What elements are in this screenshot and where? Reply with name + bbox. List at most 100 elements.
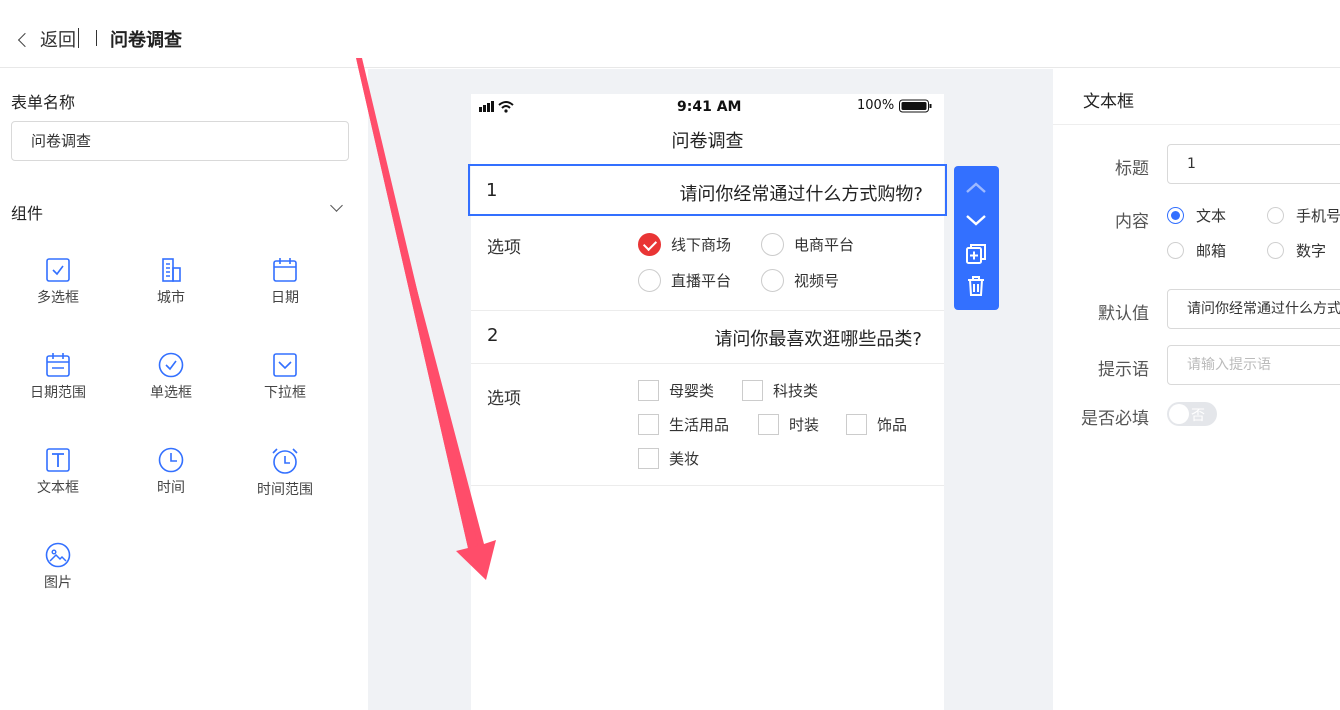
radio-option[interactable]: 电商平台 — [761, 233, 854, 256]
component-label: 图片 — [44, 575, 72, 591]
component-label: 多选框 — [37, 290, 79, 306]
chevron-left-icon — [17, 32, 33, 47]
component-time[interactable]: 时间 — [121, 447, 221, 497]
top-bar: 返回 问卷调查 — [0, 0, 1340, 68]
chevron-down-icon[interactable] — [330, 199, 343, 212]
option-label: 母婴类 — [669, 382, 715, 400]
battery-icon — [899, 99, 932, 113]
calendar-range-icon — [46, 353, 70, 377]
status-time: 9:41 AM — [677, 99, 742, 115]
option-label: 饰品 — [877, 416, 908, 434]
checkbox-option[interactable]: 生活用品 — [638, 414, 729, 435]
checkbox-option[interactable]: 美妆 — [638, 448, 699, 469]
checkbox-option[interactable]: 饰品 — [846, 414, 907, 435]
component-label: 下拉框 — [264, 385, 306, 401]
question-2-row[interactable]: 2 请问你最喜欢逛哪些品类? — [471, 325, 944, 355]
option-label: 数字 — [1296, 242, 1327, 260]
required-switch[interactable]: 否 — [1167, 402, 1217, 426]
clock-icon — [158, 447, 184, 473]
component-label: 时间 — [157, 480, 185, 496]
component-dropdown[interactable]: 下拉框 — [235, 352, 335, 402]
content-option-number[interactable]: 数字 — [1267, 240, 1326, 261]
hint-input[interactable]: 请输入提示语 — [1167, 345, 1340, 385]
left-panel: 表单名称 问卷调查 组件 多选框 城市 日期 日期范围 单选框 下拉框 文本框 … — [0, 69, 368, 710]
radio-option[interactable]: 视频号 — [761, 269, 839, 292]
text-icon — [46, 448, 70, 472]
component-label: 时间范围 — [257, 482, 313, 498]
signal-wifi-icon — [479, 101, 514, 113]
option-label: 文本 — [1196, 207, 1227, 225]
checkbox-icon — [846, 414, 867, 435]
switch-text: 否 — [1191, 408, 1205, 424]
component-label: 文本框 — [37, 480, 79, 496]
question-text: 请问你经常通过什么方式购物? — [679, 184, 923, 205]
preview-canvas: 9:41 AM 100% 问卷调查 1 请问你经常通过什么方式购物? 选项 线下… — [368, 69, 1053, 710]
status-battery: 100% — [857, 98, 895, 113]
header-divider — [96, 30, 97, 46]
text-cursor — [78, 28, 79, 48]
chevron-up-icon[interactable] — [964, 176, 988, 200]
component-textbox[interactable]: 文本框 — [8, 447, 108, 497]
radio-checked-icon — [638, 233, 661, 256]
page-title: 问卷调查 — [110, 30, 182, 51]
radio-checked-icon — [1167, 207, 1184, 224]
phone-title: 问卷调查 — [671, 131, 744, 152]
option-label: 时装 — [789, 416, 820, 434]
checkbox-option[interactable]: 时装 — [758, 414, 819, 435]
radio-icon — [1267, 242, 1284, 259]
option-label: 电商平台 — [794, 236, 855, 254]
checkbox-option[interactable]: 母婴类 — [638, 380, 714, 401]
title-label: 标题 — [1115, 159, 1149, 179]
image-icon — [45, 542, 71, 568]
radio-option[interactable]: 直播平台 — [638, 269, 731, 292]
checkbox-icon — [638, 380, 659, 401]
component-label: 日期 — [271, 290, 299, 306]
hint-label: 提示语 — [1098, 360, 1149, 380]
checkbox-icon — [758, 414, 779, 435]
trash-icon[interactable] — [964, 274, 988, 298]
content-option-email[interactable]: 邮箱 — [1167, 240, 1226, 261]
component-date[interactable]: 日期 — [235, 257, 335, 307]
option-label: 科技类 — [773, 382, 819, 400]
component-city[interactable]: 城市 — [121, 257, 221, 307]
component-image[interactable]: 图片 — [8, 542, 108, 592]
divider — [471, 485, 944, 486]
content-label: 内容 — [1115, 212, 1149, 232]
default-value-label: 默认值 — [1098, 304, 1149, 324]
radio-option[interactable]: 线下商场 — [638, 233, 731, 256]
component-time-range[interactable]: 时间范围 — [235, 447, 335, 499]
component-radio[interactable]: 单选框 — [121, 352, 221, 402]
back-button[interactable]: 返回 — [17, 26, 76, 52]
question-number: 1 — [486, 180, 498, 201]
option-label: 美妆 — [669, 450, 700, 468]
content-option-phone[interactable]: 手机号 — [1267, 205, 1340, 226]
form-name-input[interactable]: 问卷调查 — [11, 121, 349, 161]
alarm-clock-icon — [272, 448, 298, 474]
checkbox-icon — [742, 380, 763, 401]
default-value-input[interactable]: 请问你经常通过什么方式购物? — [1167, 289, 1340, 329]
copy-icon[interactable] — [964, 242, 988, 266]
question-1-row[interactable]: 1 请问你经常通过什么方式购物? — [468, 164, 947, 216]
chevron-down-icon[interactable] — [964, 208, 988, 232]
radio-check-icon — [158, 352, 184, 378]
option-label: 线下商场 — [671, 236, 732, 254]
calendar-icon — [273, 258, 297, 282]
title-input[interactable]: 1 — [1167, 144, 1340, 184]
option-label: 直播平台 — [671, 272, 732, 290]
phone-preview: 9:41 AM 100% 问卷调查 1 请问你经常通过什么方式购物? 选项 线下… — [468, 94, 947, 710]
options-label: 选项 — [487, 238, 521, 258]
radio-icon — [1267, 207, 1284, 224]
radio-icon — [638, 269, 661, 292]
checkbox-icon — [46, 258, 70, 282]
content-option-text[interactable]: 文本 — [1167, 205, 1226, 226]
option-label: 生活用品 — [669, 416, 730, 434]
radio-icon — [761, 269, 784, 292]
checkbox-icon — [638, 414, 659, 435]
component-date-range[interactable]: 日期范围 — [8, 352, 108, 402]
divider — [471, 310, 944, 311]
component-checkbox[interactable]: 多选框 — [8, 257, 108, 307]
checkbox-option[interactable]: 科技类 — [742, 380, 818, 401]
component-label: 日期范围 — [30, 385, 86, 401]
building-icon — [162, 258, 181, 282]
option-label: 邮箱 — [1196, 242, 1227, 260]
